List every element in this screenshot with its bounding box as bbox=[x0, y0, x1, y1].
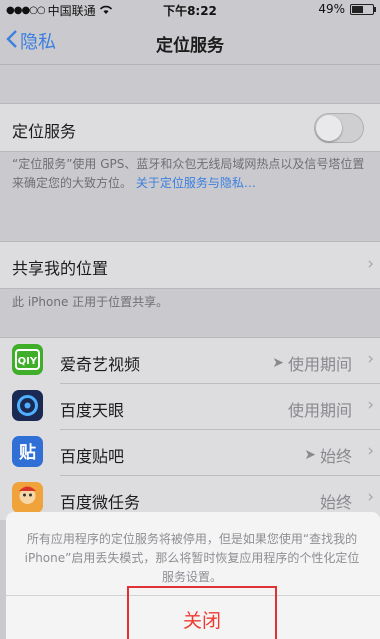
app-status-label: 使用期间 bbox=[287, 355, 352, 374]
app-name: 爱奇艺视频 bbox=[60, 355, 141, 374]
share-location-label: 共享我的位置 bbox=[12, 259, 109, 278]
toggle-knob bbox=[316, 115, 342, 141]
app-status-label: 使用期间 bbox=[287, 401, 352, 420]
app-row-iqiyi[interactable]: iQIYI 爱奇艺视频 ➤ 使用期间 › bbox=[0, 338, 380, 383]
location-services-toggle[interactable] bbox=[314, 113, 364, 143]
app-status-label: 始终 bbox=[319, 447, 352, 466]
battery-icon bbox=[350, 3, 376, 15]
location-services-label: 定位服务 bbox=[12, 122, 77, 141]
svg-text:iQIYI: iQIYI bbox=[14, 356, 41, 367]
page-title: 定位服务 bbox=[156, 36, 224, 56]
status-right: 49% bbox=[318, 2, 376, 16]
chevron-right-icon: › bbox=[367, 349, 374, 369]
app-status: 始终 bbox=[320, 489, 352, 513]
iqiyi-icon: iQIYI bbox=[12, 344, 43, 375]
battery-percent: 49% bbox=[318, 2, 345, 16]
app-name: 百度微任务 bbox=[60, 493, 141, 512]
location-services-description: “定位服务”使用 GPS、蓝牙和众包无线局域网热点以及信号塔位置来确定您的大致方… bbox=[12, 155, 366, 193]
action-sheet-message: 所有应用程序的定位服务将被停用，但是如果您使用“查找我的 iPhone”启用丢失… bbox=[24, 532, 360, 584]
privacy-link[interactable]: 关于定位服务与隐私… bbox=[136, 176, 256, 190]
app-status-label: 始终 bbox=[319, 493, 352, 512]
baidu-tieba-icon: 贴 bbox=[12, 436, 43, 467]
app-status: 使用期间 bbox=[288, 397, 352, 421]
app-status: ➤ 使用期间 bbox=[272, 351, 352, 375]
share-location-row[interactable]: 共享我的位置 › bbox=[0, 241, 380, 289]
navigation-bar: 隐私 定位服务 bbox=[0, 20, 380, 65]
close-button-label: 关闭 bbox=[182, 610, 221, 632]
app-row-baidu-tianyan[interactable]: 百度天眼 使用期间 › bbox=[0, 384, 380, 429]
svg-text:贴: 贴 bbox=[19, 442, 36, 463]
chevron-right-icon: › bbox=[367, 441, 374, 461]
app-name: 百度天眼 bbox=[60, 401, 125, 420]
location-arrow-icon: ➤ bbox=[272, 355, 284, 371]
app-row-baidu-tieba[interactable]: 贴 百度贴吧 ➤ 始终 › bbox=[0, 430, 380, 475]
baidu-weirenwu-icon bbox=[12, 482, 43, 513]
chevron-right-icon: › bbox=[367, 395, 374, 415]
location-services-row: 定位服务 bbox=[0, 103, 380, 152]
close-button[interactable]: 关闭 bbox=[127, 586, 277, 639]
chevron-right-icon: › bbox=[367, 487, 374, 507]
baidu-tianyan-icon bbox=[12, 390, 43, 421]
status-bar: ●●●○○ 中国联通 下午8:22 49% bbox=[0, 0, 380, 20]
app-status: ➤ 始终 bbox=[304, 443, 352, 467]
share-location-footer: 此 iPhone 正用于位置共享。 bbox=[12, 295, 169, 309]
location-arrow-icon: ➤ bbox=[304, 447, 316, 463]
chevron-right-icon: › bbox=[367, 254, 374, 274]
app-name: 百度贴吧 bbox=[60, 447, 125, 466]
app-list: iQIYI 爱奇艺视频 ➤ 使用期间 › 百度天眼 使用期间 › 贴 百度贴吧 … bbox=[0, 337, 380, 520]
action-sheet: 所有应用程序的定位服务将被停用，但是如果您使用“查找我的 iPhone”启用丢失… bbox=[6, 512, 380, 639]
